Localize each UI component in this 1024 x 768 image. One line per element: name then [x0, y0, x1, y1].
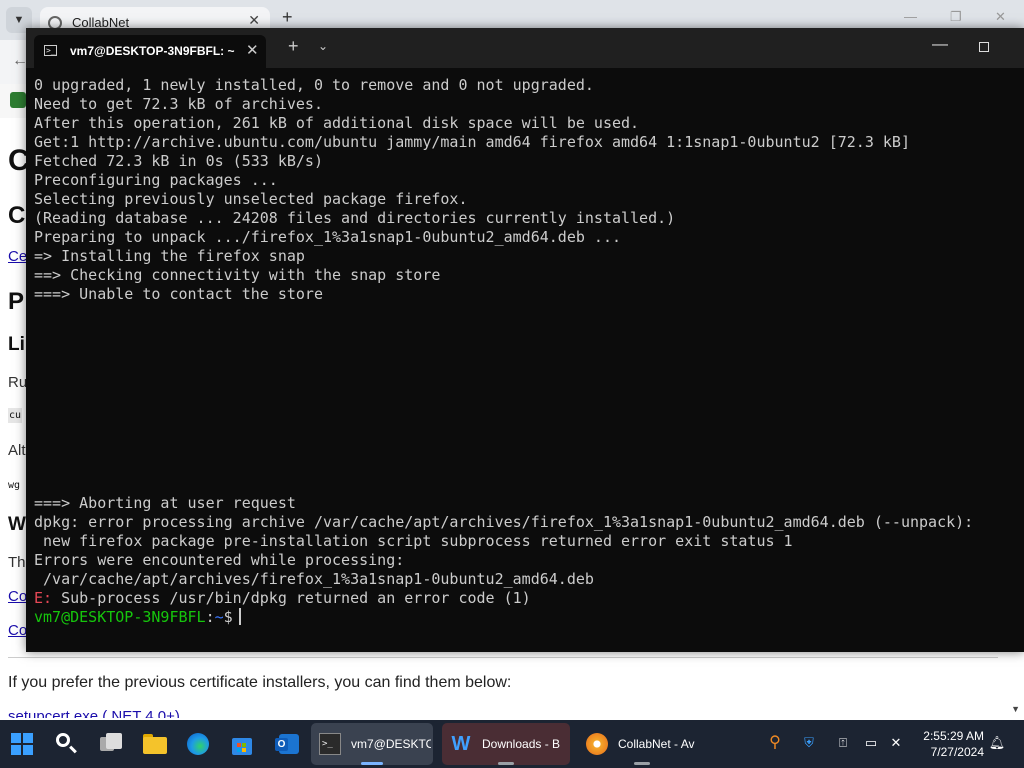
terminal-output[interactable]: 0 upgraded, 1 newly installed, 0 to remo…	[34, 76, 1019, 646]
error-prefix: E:	[34, 589, 53, 607]
terminal-line: Fetched 72.3 kB in 0s (533 kB/s)	[34, 152, 323, 170]
search-icon[interactable]	[56, 733, 78, 755]
taskbar-app-label: vm7@DESKTOP-3N9FBFL: ~	[351, 737, 431, 751]
page-heading: C	[8, 202, 26, 229]
terminal-maximize-icon[interactable]	[979, 42, 989, 52]
page-paragraph: Th	[8, 554, 26, 571]
prompt-separator: :	[205, 608, 215, 626]
terminal-line: new firefox package pre-installation scr…	[34, 532, 793, 550]
page-paragraph: Alt	[8, 442, 26, 459]
windows-start-icon[interactable]	[11, 733, 33, 755]
terminal-line: Preparing to unpack .../firefox_1%3a1sna…	[34, 228, 621, 246]
active-indicator	[361, 762, 383, 765]
browser-new-tab-button[interactable]: +	[282, 7, 293, 28]
taskbar-clock[interactable]: 2:55:29 AM 7/27/2024	[914, 728, 984, 760]
prompt-user: vm7@DESKTOP-3N9FBFL	[34, 608, 206, 626]
terminal-line: 0 upgraded, 1 newly installed, 0 to remo…	[34, 76, 594, 94]
browser-restore-icon[interactable]: ❐	[950, 9, 962, 25]
network-monitor-icon[interactable]: ▭	[862, 734, 880, 752]
edge-browser-icon[interactable]	[187, 733, 209, 755]
terminal-new-tab-button[interactable]: +	[288, 37, 299, 55]
clock-date: 7/27/2024	[930, 745, 984, 759]
taskbar-app-label: CollabNet - Av	[618, 737, 695, 751]
microsoft-store-icon[interactable]	[231, 733, 253, 755]
text-cursor	[238, 608, 241, 625]
page-subheading: Li	[8, 334, 25, 355]
page-divider	[8, 657, 998, 658]
terminal-window[interactable]: >_ vm7@DESKTOP-3N9FBFL: ~ ✕ + ⌄ — 0 upgr…	[26, 28, 1024, 652]
terminal-line: => Installing the firefox snap	[34, 247, 305, 265]
terminal-line: Selecting previously unselected package …	[34, 190, 468, 208]
volume-muted-icon[interactable]: ✕	[887, 734, 905, 752]
terminal-tab-close-icon[interactable]: ✕	[246, 41, 259, 59]
terminal-line: /var/cache/apt/archives/firefox_1%3a1sna…	[34, 570, 594, 588]
browser-minimize-icon[interactable]: —	[904, 9, 917, 24]
terminal-line: Errors were encountered while processing…	[34, 551, 405, 569]
error-message: Sub-process /usr/bin/dpkg returned an er…	[52, 589, 531, 607]
key-icon[interactable]: ⚲	[766, 734, 784, 752]
page-heading: P	[8, 288, 25, 315]
file-explorer-icon[interactable]	[143, 733, 167, 755]
page-link[interactable]: Co	[8, 588, 27, 605]
running-indicator	[498, 762, 514, 765]
scroll-down-arrow-icon[interactable]: ▼	[1011, 704, 1020, 714]
clock-time: 2:55:29 AM	[923, 729, 984, 743]
taskbar-app-label: Downloads - B	[482, 737, 561, 751]
terminal-output-bottom: ===> Aborting at user request dpkg: error…	[34, 494, 1019, 589]
terminal-tab-title: vm7@DESKTOP-3N9FBFL: ~	[70, 44, 235, 58]
terminal-line: Get:1 http://archive.ubuntu.com/ubuntu j…	[34, 133, 910, 151]
setupcert-link-suffix: (.NET 4.0+)	[98, 708, 180, 718]
page-link[interactable]: Co	[8, 622, 27, 639]
browser-app-icon	[586, 733, 608, 755]
terminal-line: dpkg: error processing archive /var/cach…	[34, 513, 974, 531]
page-paragraph-installers: If you prefer the previous certificate i…	[8, 674, 512, 691]
page-paragraph: Ru	[8, 374, 28, 391]
browser-close-icon[interactable]: ✕	[995, 9, 1006, 25]
bookmark-icon[interactable]	[10, 92, 26, 108]
page-code: wg	[8, 480, 21, 491]
terminal-icon: >_	[319, 733, 341, 755]
terminal-tab[interactable]: >_ vm7@DESKTOP-3N9FBFL: ~ ✕	[34, 35, 266, 68]
terminal-line: ==> Checking connectivity with the snap …	[34, 266, 441, 284]
terminal-line: ===> Aborting at user request	[34, 494, 296, 512]
running-indicator	[634, 762, 650, 765]
task-view-icon[interactable]	[100, 733, 122, 755]
downloads-app-icon: W	[451, 733, 471, 755]
usb-device-icon[interactable]: ⍐	[834, 734, 852, 752]
terminal-tab-icon: >_	[44, 45, 57, 56]
setupcert-link-anchor[interactable]: setupcert.exe	[8, 708, 98, 718]
terminal-line: Need to get 72.3 kB of archives.	[34, 95, 323, 113]
shield-icon[interactable]: ⛨	[800, 734, 818, 752]
page-link[interactable]: Ce	[8, 248, 27, 265]
terminal-output-top: 0 upgraded, 1 newly installed, 0 to remo…	[34, 76, 1019, 304]
prompt-path: ~	[214, 608, 224, 626]
taskbar: O >_ vm7@DESKTOP-3N9FBFL: ~ W Downloads …	[0, 720, 1024, 768]
notification-bell-icon[interactable]: 🔔︎	[988, 734, 1006, 752]
terminal-error-line: E: Sub-process /usr/bin/dpkg returned an…	[34, 589, 1019, 608]
terminal-line: Preconfiguring packages ...	[34, 171, 278, 189]
terminal-blank-space	[34, 304, 1019, 494]
page-code: cu	[8, 408, 23, 423]
terminal-prompt-line[interactable]: vm7@DESKTOP-3N9FBFL:~$	[34, 608, 1019, 627]
taskbar-app-terminal[interactable]: >_ vm7@DESKTOP-3N9FBFL: ~	[311, 723, 433, 765]
taskbar-app-downloads[interactable]: W Downloads - B	[442, 723, 570, 765]
terminal-line: (Reading database ... 24208 files and di…	[34, 209, 676, 227]
taskbar-app-browser[interactable]: CollabNet - Av	[578, 723, 706, 765]
outlook-icon[interactable]: O	[275, 733, 299, 755]
browser-tab-close-icon[interactable]: ✕	[248, 12, 260, 29]
setupcert-link: setupcert.exe (.NET 4.0+)	[8, 708, 180, 718]
page-subheading: W	[8, 514, 26, 535]
terminal-line: After this operation, 261 kB of addition…	[34, 114, 640, 132]
terminal-dropdown-chevron-icon[interactable]: ⌄	[318, 39, 328, 53]
terminal-minimize-icon[interactable]: —	[932, 36, 948, 54]
terminal-line: ===> Unable to contact the store	[34, 285, 323, 303]
terminal-titlebar[interactable]: >_ vm7@DESKTOP-3N9FBFL: ~ ✕ + ⌄ —	[26, 28, 1024, 68]
prompt-symbol: $	[223, 608, 233, 626]
